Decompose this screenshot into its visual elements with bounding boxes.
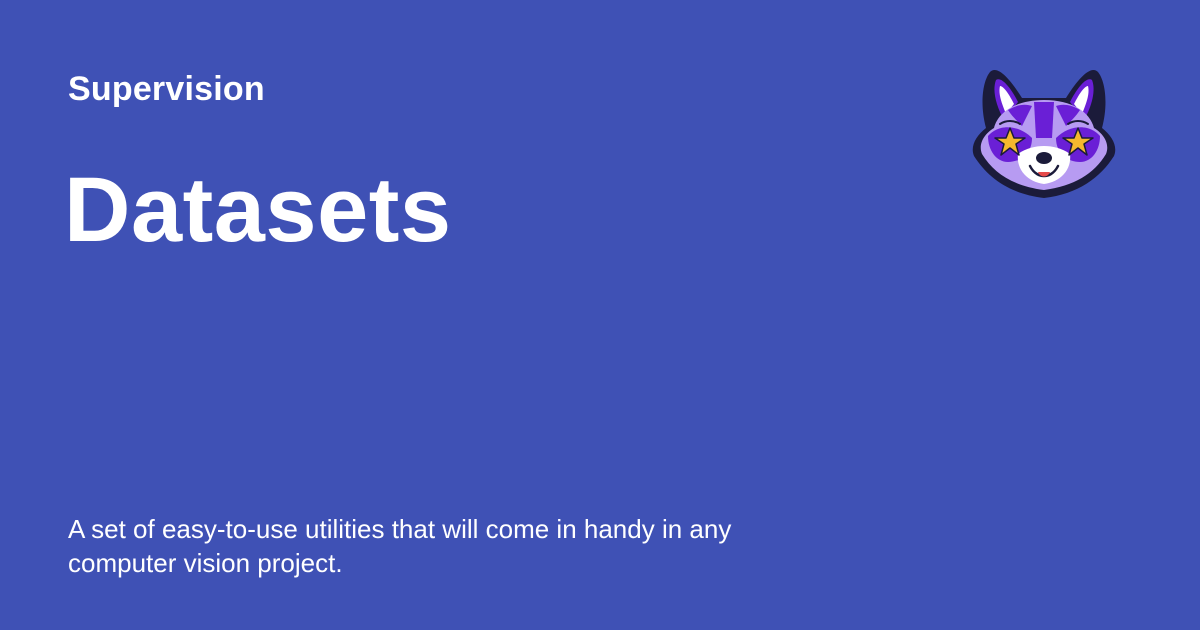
page-title: Datasets: [64, 159, 452, 261]
site-name: Supervision: [68, 70, 265, 108]
social-card: Supervision Datasets A set of easy-to-us…: [0, 0, 1200, 630]
fox-mascot-icon: [972, 70, 1116, 198]
page-description: A set of easy-to-use utilities that will…: [68, 514, 732, 578]
